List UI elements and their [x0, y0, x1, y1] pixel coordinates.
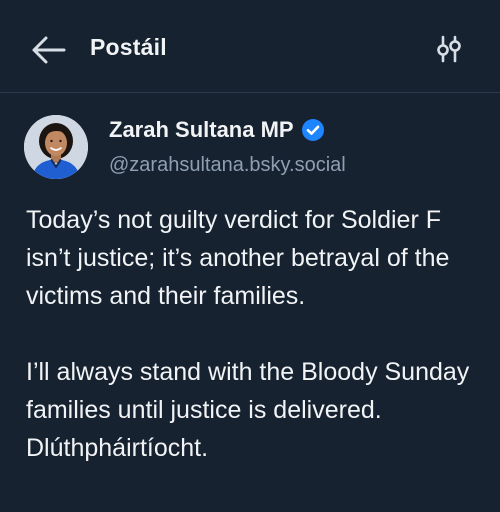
sliders-icon [437, 35, 461, 63]
app-screen: Postáil Zarah Sultana MP @zarahsultana.b… [0, 0, 500, 512]
author-handle[interactable]: @zarahsultana.bsky.social [109, 154, 346, 177]
top-bar: Postáil [0, 0, 500, 93]
page-title: Postáil [90, 34, 167, 60]
back-button[interactable] [28, 34, 68, 66]
post-paragraph: Today’s not guilty verdict for Soldier F… [26, 206, 450, 310]
author-name: Zarah Sultana MP [109, 117, 294, 142]
filter-settings-button[interactable] [434, 35, 464, 63]
verified-check-icon [301, 119, 324, 141]
avatar[interactable] [24, 115, 88, 179]
post-paragraph: I’ll always stand with the Bloody Sunday… [26, 358, 470, 462]
post-text: Today’s not guilty verdict for Soldier F… [26, 201, 476, 467]
profile-photo [24, 115, 88, 179]
arrow-left-icon [32, 36, 66, 64]
author-name-row[interactable]: Zarah Sultana MP [109, 117, 324, 143]
